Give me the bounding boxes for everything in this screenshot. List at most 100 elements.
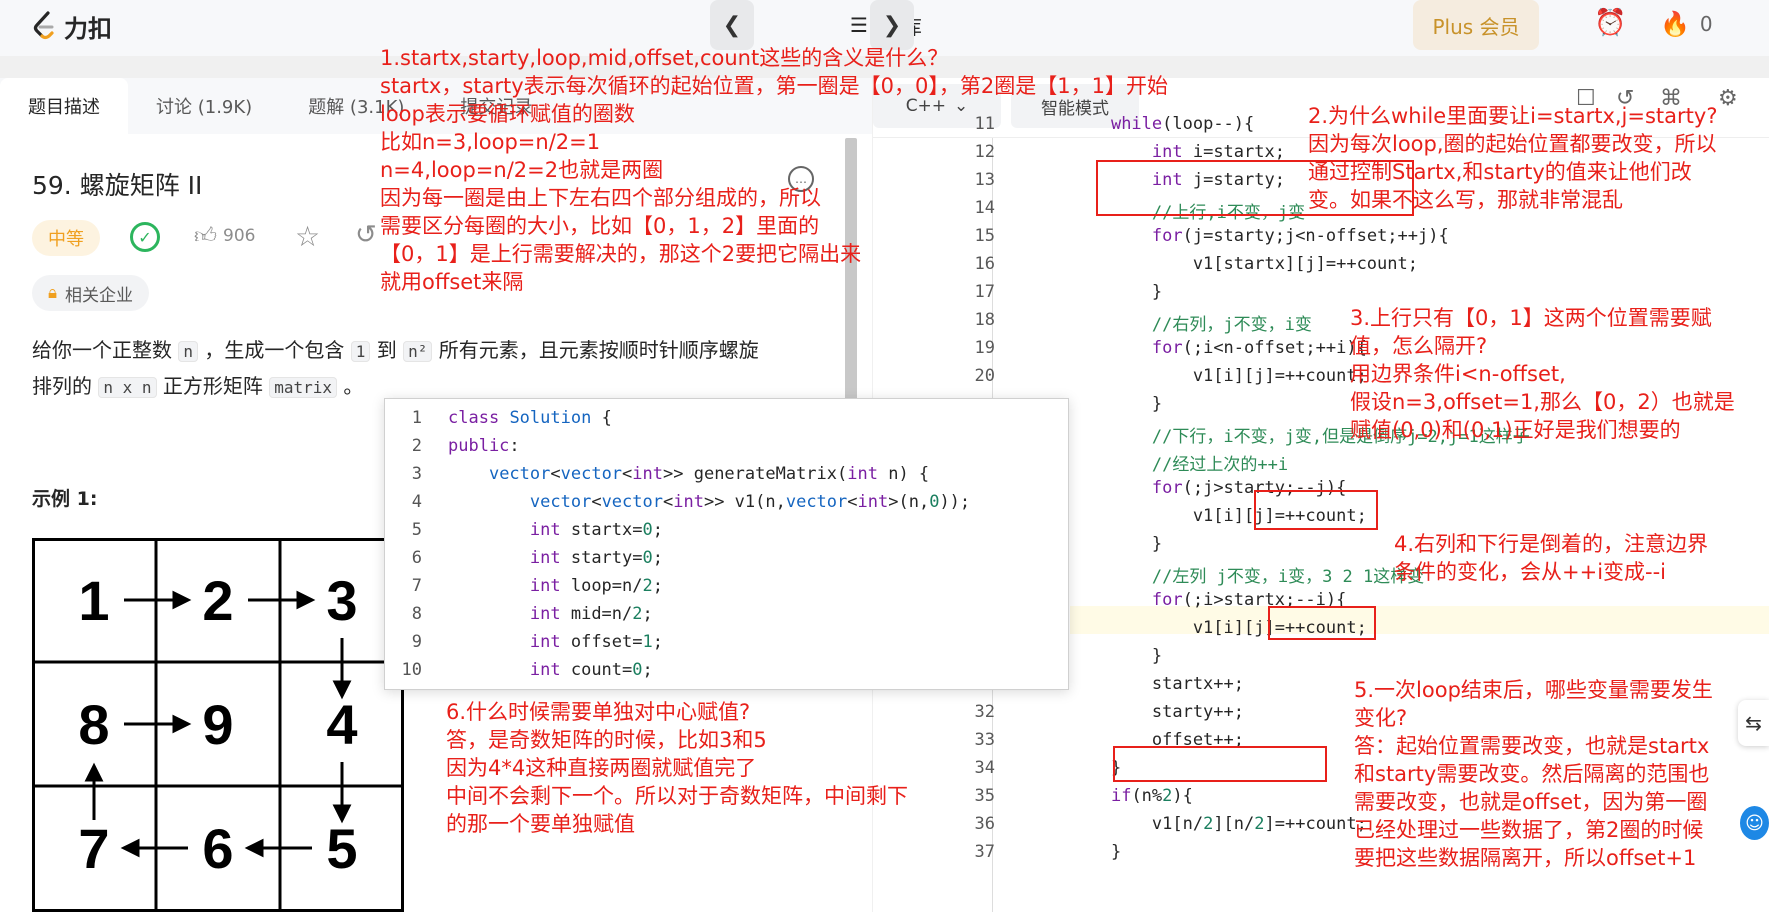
annotation-line: 已经处理过一些数据了，第2圈的时候 xyxy=(1354,818,1704,842)
annotation-box-offset xyxy=(1113,746,1327,782)
annotation-line: 5.一次loop结束后，哪些变量需要发生 xyxy=(1354,678,1713,702)
settings-gear-icon[interactable]: ⚙ xyxy=(1718,86,1738,111)
popup-code-line: int offset=1; xyxy=(529,632,663,652)
popup-line-number: 1 xyxy=(411,408,422,428)
tab-discussion[interactable]: 讨论 (1.9K) xyxy=(128,78,280,134)
code-line[interactable]: //左列 j不变，i变，3 2 1这样变 xyxy=(1070,562,1424,587)
spiral-matrix-image: 1 2 3 8 9 4 7 6 5 xyxy=(32,538,404,912)
annotation-line: 和starty需要改变。然后隔离的范围也 xyxy=(1354,762,1710,786)
desc-code: n xyxy=(178,341,198,362)
popup-line-number: 6 xyxy=(411,548,422,568)
annotation-line: 用边界条件i<n-offset, xyxy=(1350,362,1566,386)
code-line[interactable]: for(;i<n-offset;++i){ xyxy=(1070,338,1367,358)
solved-check-icon: ✓ xyxy=(130,222,160,252)
like-button[interactable]: 👍︎ 906 xyxy=(194,222,255,249)
annotation-line: 2.为什么while里面要让i=startx,j=starty? xyxy=(1308,104,1718,128)
desc-text: 排列的 xyxy=(32,374,92,398)
line-number: 32 xyxy=(974,702,995,722)
popup-line-number: 10 xyxy=(401,660,422,680)
difficulty-badge: 中等 xyxy=(32,220,100,256)
code-line[interactable]: //经过上次的++i xyxy=(1070,450,1288,475)
grid-cell: 2 xyxy=(202,569,233,632)
problem-title: 59. 螺旋矩阵 II xyxy=(32,171,203,200)
annotation-line: 1.startx,starty,loop,mid,offset,count这些的… xyxy=(380,46,949,70)
desc-code: n x n xyxy=(98,377,157,398)
lock-icon: 🔒︎ xyxy=(48,283,58,303)
annotation-box-i-dec xyxy=(1268,606,1376,640)
annotation-line: n=4,loop=n/2=2也就是两圈 xyxy=(380,158,664,182)
line-number: 33 xyxy=(974,730,995,750)
line-number: 36 xyxy=(974,814,995,834)
grid-cell: 3 xyxy=(326,569,357,632)
annotation-box-j-dec xyxy=(1254,490,1378,530)
grid-cell: 4 xyxy=(326,693,357,756)
alarm-clock-icon[interactable]: ⏰ xyxy=(1594,8,1626,38)
annotation-line: 因为每一圈是由上下左右四个部分组成的，所以 xyxy=(380,186,821,210)
description-line-2: 排列的 n x n 正方形矩阵 matrix 。 xyxy=(32,368,363,406)
code-line[interactable]: } xyxy=(1070,394,1162,414)
logo-text: 力扣 xyxy=(64,14,112,43)
leetcode-logo[interactable]: 力扣 xyxy=(30,6,112,46)
example-title: 示例 1: xyxy=(32,488,98,510)
next-problem-button[interactable]: ❯ xyxy=(870,0,914,50)
plus-member-button[interactable]: Plus 会员 xyxy=(1413,0,1539,50)
popup-code-line: class Solution { xyxy=(448,408,612,428)
grid-cell: 8 xyxy=(78,693,109,756)
desc-text: 。 xyxy=(343,374,364,398)
line-number: 34 xyxy=(974,758,995,778)
help-chat-icon[interactable]: ☺ xyxy=(1740,806,1769,840)
code-line[interactable]: starty++; xyxy=(1070,702,1244,722)
star-icon[interactable]: ☆ xyxy=(295,220,320,253)
annotation-line: 因为4*4这种直接两圈就赋值完了 xyxy=(446,756,757,780)
code-line[interactable]: } xyxy=(1070,534,1162,554)
grid-cell: 7 xyxy=(78,817,109,880)
annotation-line: 需要改变，也就是offset，因为第一圈 xyxy=(1354,790,1708,814)
annotation-line: 条件的变化，会从++i变成--i xyxy=(1394,560,1667,584)
code-line[interactable]: } xyxy=(1070,842,1121,862)
annotation-line: 假设n=3,offset=1,那么【0，2）也就是 xyxy=(1350,390,1735,414)
code-line[interactable]: if(n%2){ xyxy=(1070,786,1193,806)
share-icon[interactable]: ↺ xyxy=(355,220,377,250)
popup-line-number: 7 xyxy=(411,576,422,596)
line-number: 18 xyxy=(974,310,995,330)
annotation-line: 通过控制Startx,和starty的值来让他们改 xyxy=(1308,160,1692,184)
tab-description[interactable]: 题目描述 xyxy=(0,78,128,134)
annotation-note3: 3.上行只有【0，1】这两个位置需要赋 值，怎么隔开? 用边界条件i<n-offse… xyxy=(1350,304,1735,444)
code-line[interactable]: startx++; xyxy=(1070,674,1244,694)
popup-line-number: 4 xyxy=(411,492,422,512)
annotation-line: 就用offset来隔 xyxy=(380,270,524,294)
thumbs-up-icon: 👍︎ xyxy=(194,224,217,249)
desc-text: 所有元素，且元素按顺时针顺序螺旋 xyxy=(438,338,759,362)
grid-cell: 1 xyxy=(78,569,109,632)
annotation-line: 变。如果不这么写，那就非常混乱 xyxy=(1308,188,1623,212)
code-line[interactable]: } xyxy=(1070,646,1162,666)
annotation-line: 值，怎么隔开? xyxy=(1350,334,1488,358)
line-number: 37 xyxy=(974,842,995,862)
annotation-line: 中间不会剩下一个。所以对于奇数矩阵，中间剩下 xyxy=(446,784,908,808)
list-icon: ☰ xyxy=(850,13,868,37)
popup-line-number: 8 xyxy=(411,604,422,624)
code-line[interactable]: v1[i][j]=++count; xyxy=(1070,366,1367,386)
annotation-line: 【0，1】是上行需要解决的，那这个2要把它隔出来 xyxy=(380,242,862,266)
desc-text: 到 xyxy=(376,338,397,362)
side-swap-icon[interactable]: ⇆ xyxy=(1738,700,1769,746)
prev-problem-button[interactable]: ❮ xyxy=(710,0,754,50)
popup-code-line: public: xyxy=(448,436,520,456)
annotation-line: 因为每次loop,圈的起始位置都要改变，所以 xyxy=(1308,132,1717,156)
annotation-line: loop表示要循环赋值的圈数 xyxy=(380,102,635,126)
popup-line-number: 3 xyxy=(411,464,422,484)
grid-cell: 6 xyxy=(202,817,233,880)
related-company-button[interactable]: 🔒︎ 相关企业 xyxy=(32,275,150,311)
annotation-line: 答：起始位置需要改变，也就是startx xyxy=(1354,734,1710,758)
code-line[interactable]: v1[n/2][n/2]=++count; xyxy=(1070,814,1367,834)
desc-text: ，生成一个包含 xyxy=(204,338,345,362)
annotation-line: 要把这些数据隔离开，所以offset+1 xyxy=(1354,846,1697,870)
annotation-note6: 6.什么时候需要单独对中心赋值? 答，是奇数矩阵的时候，比如3和5 因为4*4这种直… xyxy=(446,698,908,838)
fire-icon: 🔥 xyxy=(1660,10,1690,38)
popup-code-line: int startx=0; xyxy=(529,520,663,540)
code-line[interactable]: //右列，j不变，i变 xyxy=(1070,310,1312,335)
streak-count: 0 xyxy=(1699,12,1713,36)
streak-counter[interactable]: 🔥 0 xyxy=(1660,10,1713,38)
desc-code: 1 xyxy=(350,341,371,362)
annotation-line: 的那一个要单独赋值 xyxy=(446,812,635,836)
